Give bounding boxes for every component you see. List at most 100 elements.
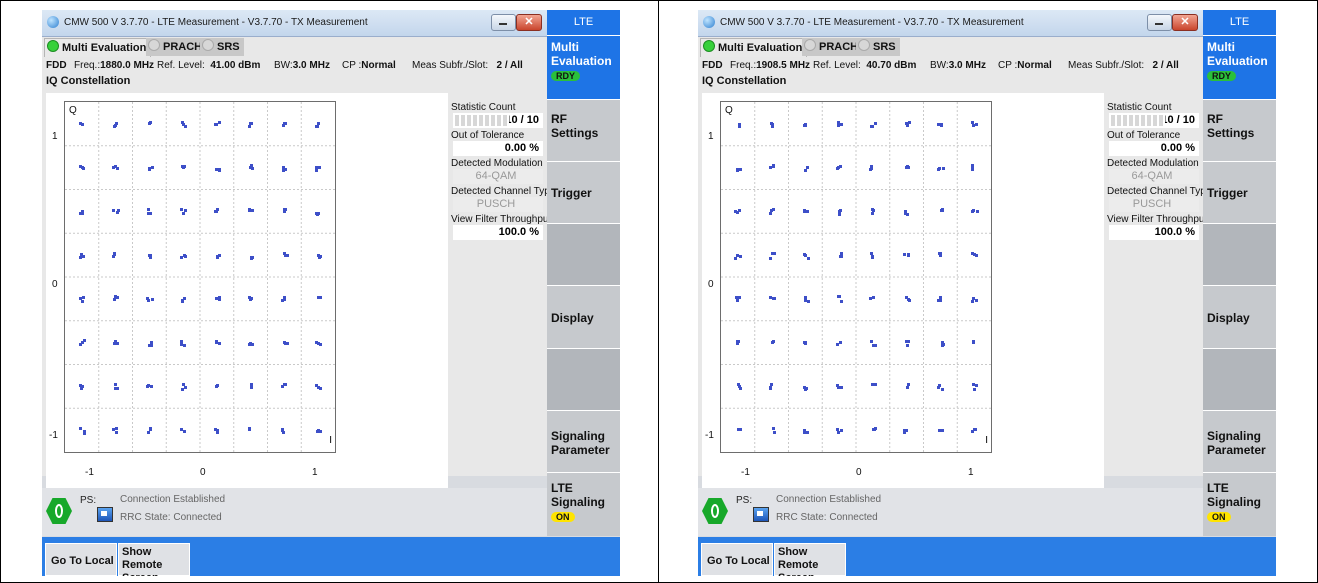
constellation-grid [721,102,991,452]
measurement-info-bar: FDD Freq.:1908.5 MHz Ref. Level: 40.70 d… [698,57,1203,73]
detected-channel-type-label: Detected Channel Type [1107,186,1212,197]
y-tick-label: -1 [705,430,714,441]
constellation-point [871,208,875,212]
sidebar-header: LTE [547,10,620,35]
constellation-point [150,384,154,388]
constellation-point [284,253,288,257]
out-of-tolerance-label: Out of Tolerance [451,130,525,141]
display-softkey[interactable]: Display [1203,285,1276,348]
constellation-point [736,340,740,344]
softkey-label: Settings [551,126,599,140]
constellation-point [80,387,84,391]
tab-label: PRACH [819,41,859,53]
constellation-point [146,208,150,212]
close-button[interactable]: ✕ [1172,14,1198,31]
display-softkey[interactable]: Display [547,285,620,348]
empty-softkey[interactable] [547,223,620,285]
softkey-label: Parameter [1207,443,1266,457]
constellation-point [250,386,254,390]
minimize-button[interactable] [1147,14,1172,31]
lte-signaling-softkey[interactable]: LTE Signaling ON [547,472,620,536]
constellation-point [148,253,152,257]
trigger-softkey[interactable]: Trigger [547,161,620,223]
on-badge: ON [1207,512,1231,522]
constellation-point [802,428,806,432]
tab-multi-evaluation[interactable]: Multi Evaluation [700,38,808,57]
constellation-point [315,169,319,173]
multi-evaluation-softkey[interactable]: Multi Evaluation RDY [1203,35,1276,99]
constellation-point [941,387,945,391]
empty-softkey[interactable] [547,348,620,410]
tab-srs[interactable]: SRS [200,38,244,56]
softkey-label: LTE [551,481,573,495]
constellation-point [316,430,320,434]
status-dot-icon [703,40,715,52]
constellation-point [79,211,82,215]
view-filter-throughput-value: 100.0 % [1109,225,1199,240]
window-controls: ✕ [1147,14,1198,31]
constellation-point [217,298,221,302]
tab-prach[interactable]: PRACH [802,38,863,56]
constellation-point [215,123,219,127]
meas-subframe: Meas Subfr./Slot: 2 / All [1068,60,1179,71]
constellation-point [939,428,943,432]
constellation-point [905,343,909,347]
connection-status: Connection Established [776,494,882,505]
button-label-line: Show Remote [778,546,819,571]
constellation-point [78,256,82,260]
constellation-point [146,298,150,302]
constellation-point [803,341,807,345]
constellation-point [970,299,974,303]
detected-channel-type-value: PUSCH [453,197,543,212]
constellation-point [971,164,975,168]
softkey-label: Signaling [1207,495,1261,509]
constellation-point [772,252,776,256]
constellation-point [80,300,84,304]
constellation-point [183,430,187,434]
softkey-label: Signaling [551,429,605,443]
signaling-parameter-softkey[interactable]: Signaling Parameter [547,410,620,472]
go-to-local-button[interactable]: Go To Local [45,543,117,576]
constellation-point [769,386,773,390]
constellation-point [283,209,287,213]
constellation-point [906,340,910,344]
tab-srs[interactable]: SRS [856,38,900,56]
constellation-point [907,253,911,257]
status-dot-icon [148,39,160,51]
constellation-point [905,122,909,126]
signaling-parameter-softkey[interactable]: Signaling Parameter [1203,410,1276,472]
empty-softkey[interactable] [1203,223,1276,285]
lte-signaling-softkey[interactable]: LTE Signaling ON [1203,472,1276,536]
multi-evaluation-softkey[interactable]: Multi Evaluation RDY [547,35,620,99]
constellation-point [874,343,878,347]
close-button[interactable]: ✕ [516,14,542,31]
constellation-grid [65,102,335,452]
show-remote-screen-button[interactable]: Show Remote Screen [118,543,190,576]
rf-settings-softkey[interactable]: RF Settings [547,99,620,161]
show-remote-screen-button[interactable]: Show Remote Screen [774,543,846,576]
constellation-point [283,383,287,387]
constellation-point [82,167,86,171]
minimize-button[interactable] [491,14,516,31]
constellation-point [113,124,117,128]
progress-bar [455,115,509,126]
constellation-point [907,382,911,386]
tab-multi-evaluation[interactable]: Multi Evaluation [44,38,152,57]
constellation-point [113,295,117,299]
rf-settings-softkey[interactable]: RF Settings [1203,99,1276,161]
constellation-point [938,254,942,258]
constellation-point [839,341,843,345]
constellation-point [213,209,217,213]
constellation-point [735,211,739,215]
tab-prach[interactable]: PRACH [146,38,207,56]
bottom-button-bar: Go To Local Show Remote Screen [698,537,1276,576]
frame-divider [658,0,659,583]
constellation-point [940,208,944,212]
go-to-local-button[interactable]: Go To Local [701,543,773,576]
empty-softkey[interactable] [1203,348,1276,410]
constellation-point [251,342,255,346]
trigger-softkey[interactable]: Trigger [1203,161,1276,223]
constellation-point [738,122,742,126]
close-icon: ✕ [524,16,534,28]
constellation-point [970,168,974,172]
